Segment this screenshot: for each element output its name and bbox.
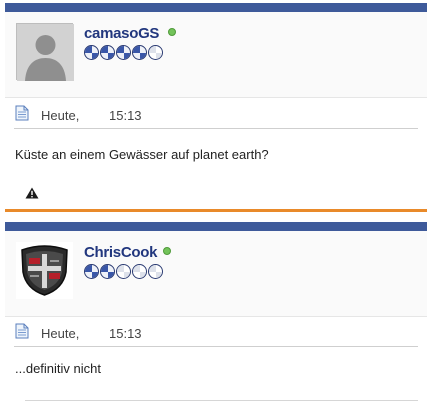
document-icon[interactable] <box>15 323 29 339</box>
user-panel: camasoGS <box>5 12 427 98</box>
username[interactable]: ChrisCook <box>84 244 157 261</box>
user-silhouette-icon <box>17 24 74 81</box>
rank-star-icon <box>84 45 99 60</box>
post-meta: Heute, 15:13 <box>14 99 418 129</box>
rank-stars <box>84 264 163 279</box>
post-separator <box>5 209 427 212</box>
post-header-bar <box>5 3 427 12</box>
post-header-bar <box>5 222 427 231</box>
warning-icon[interactable] <box>25 187 39 199</box>
post-footer-divider <box>25 400 418 401</box>
post-time: 15:13 <box>109 326 142 341</box>
post-date: Heute, <box>41 326 80 341</box>
document-icon[interactable] <box>15 105 29 121</box>
post-message: Küste an einem Gewässer auf planet earth… <box>15 147 269 162</box>
shield-crest-icon <box>16 242 73 299</box>
avatar[interactable] <box>16 23 74 81</box>
rank-star-empty-icon <box>116 264 131 279</box>
avatar[interactable] <box>16 242 73 299</box>
online-status-icon <box>168 28 176 36</box>
rank-star-icon <box>116 45 131 60</box>
post-time: 15:13 <box>109 108 142 123</box>
rank-star-icon <box>84 264 99 279</box>
post-camasogs: camasoGS Heute, 15:13 Küste an einem Gew… <box>5 3 427 209</box>
username[interactable]: camasoGS <box>84 25 159 42</box>
post-meta: Heute, 15:13 <box>14 317 418 347</box>
post-chriscook: ChrisCook Heute, 15:13 ...definitiv nich… <box>5 222 427 410</box>
post-date: Heute, <box>41 108 80 123</box>
rank-star-empty-icon <box>148 264 163 279</box>
post-message: ...definitiv nicht <box>15 361 101 376</box>
online-status-icon <box>163 247 171 255</box>
rank-star-icon <box>132 45 147 60</box>
user-panel: ChrisCook <box>5 231 427 317</box>
rank-star-icon <box>100 45 115 60</box>
rank-star-empty-icon <box>132 264 147 279</box>
rank-star-icon <box>100 264 115 279</box>
rank-stars <box>84 45 163 60</box>
rank-star-empty-icon <box>148 45 163 60</box>
